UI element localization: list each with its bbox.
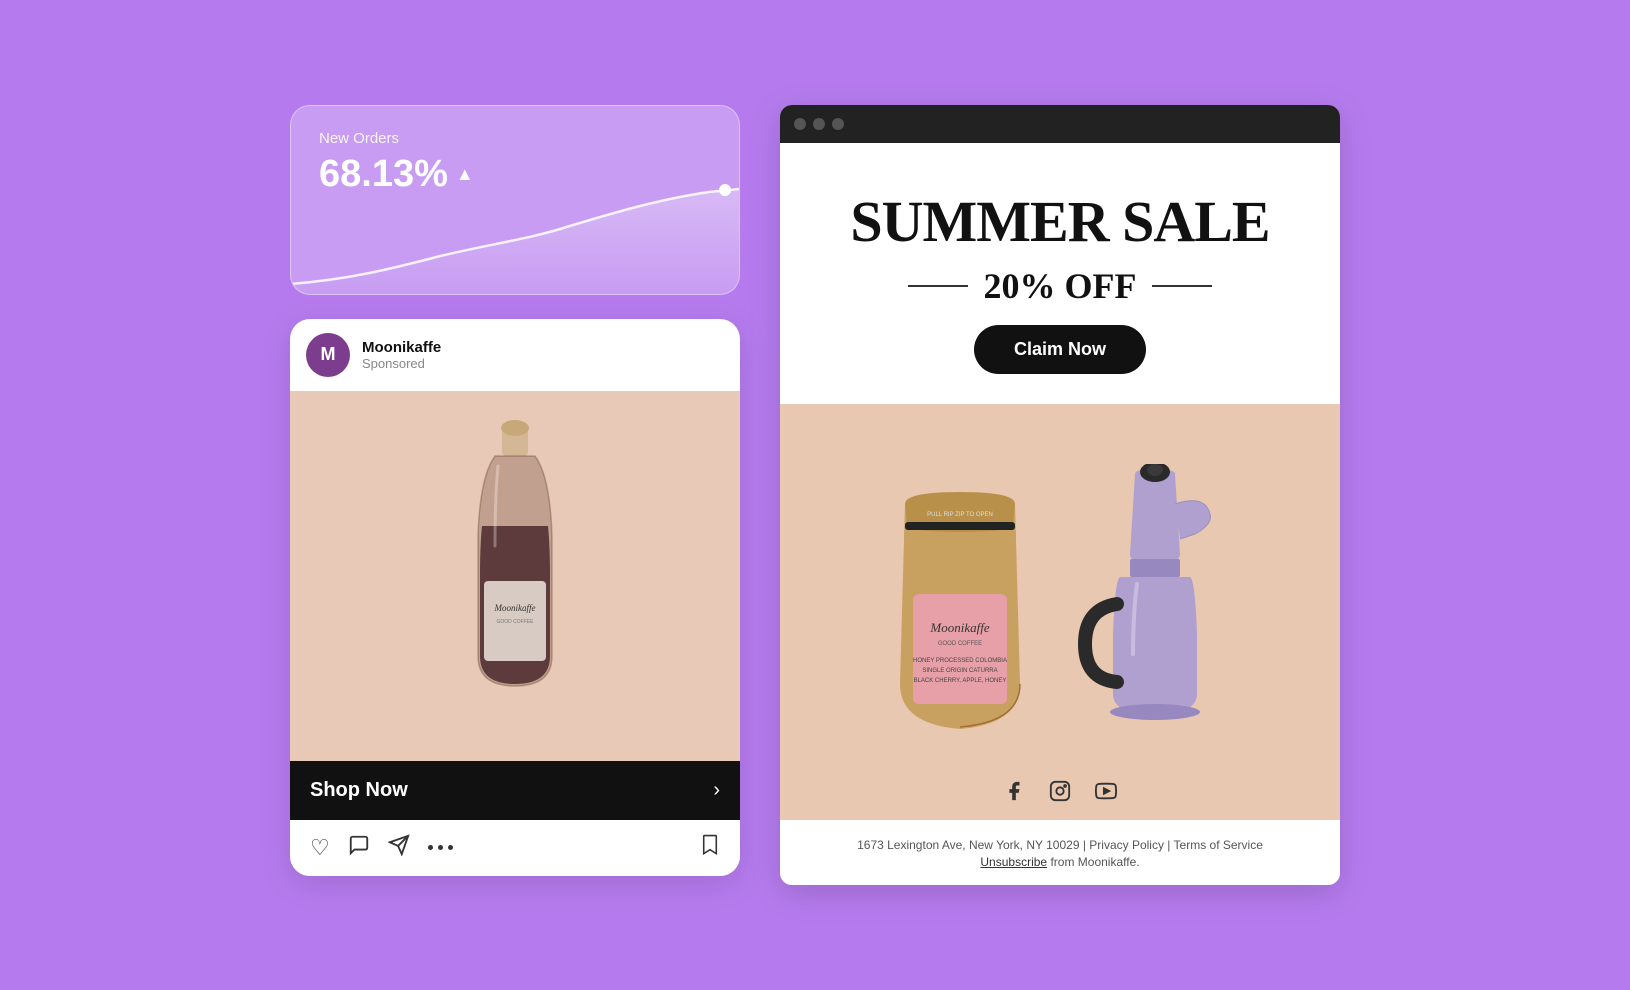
svg-text:BLACK CHERRY, APPLE, HONEY: BLACK CHERRY, APPLE, HONEY <box>914 678 1007 684</box>
share-icon[interactable] <box>388 834 410 862</box>
stats-trend-arrow: ▲ <box>456 164 474 185</box>
email-card: SUMMER SALE 20% OFF Claim Now PULL RIP Z… <box>780 105 1340 885</box>
stats-card: New Orders 68.13% ▲ <box>290 105 740 295</box>
svg-text:GOOD COFFEE: GOOD COFFEE <box>938 641 982 647</box>
avatar: M <box>306 333 350 377</box>
youtube-icon[interactable] <box>1095 780 1117 808</box>
shop-now-label: Shop Now <box>310 779 408 802</box>
discount-line-left <box>908 285 968 287</box>
svg-text:SINGLE ORIGIN CATURRA: SINGLE ORIGIN CATURRA <box>922 668 997 674</box>
product-bottle-svg: Moonikaffe GOOD COFFEE <box>440 416 590 736</box>
social-post-info: Moonikaffe Sponsored <box>362 339 441 371</box>
social-product-image: Moonikaffe GOOD COFFEE <box>290 391 740 761</box>
email-headline: SUMMER SALE <box>820 193 1300 251</box>
email-titlebar <box>780 105 1340 143</box>
email-hero: SUMMER SALE 20% OFF Claim Now <box>780 143 1340 404</box>
svg-text:HONEY PROCESSED COLOMBIA: HONEY PROCESSED COLOMBIA <box>913 658 1007 664</box>
facebook-icon[interactable] <box>1003 780 1025 808</box>
stats-chart <box>291 184 739 294</box>
social-post-header: M Moonikaffe Sponsored <box>290 319 740 391</box>
claim-now-button[interactable]: Claim Now <box>974 325 1146 374</box>
svg-text:PULL RIP ZIP TO OPEN: PULL RIP ZIP TO OPEN <box>927 512 993 518</box>
footer-address: 1673 Lexington Ave, New York, NY 10029 |… <box>800 836 1320 855</box>
titlebar-dot-3 <box>832 118 844 130</box>
more-options-dots[interactable] <box>428 845 453 850</box>
email-footer: 1673 Lexington Ave, New York, NY 10029 |… <box>780 820 1340 885</box>
brand-name: Moonikaffe <box>362 339 441 356</box>
coffee-bag-svg: PULL RIP ZIP TO OPEN Moonikaffe GOOD COF… <box>875 484 1045 744</box>
svg-text:Moonikaffe: Moonikaffe <box>929 620 989 635</box>
discount-row: 20% OFF <box>820 265 1300 307</box>
footer-unsubscribe: Unsubscribe from Moonikaffe. <box>800 855 1320 869</box>
footer-unsub-suffix: from Moonikaffe. <box>1050 855 1139 869</box>
discount-text: 20% OFF <box>984 265 1137 307</box>
bookmark-icon[interactable] <box>700 834 720 862</box>
shop-now-arrow-icon: › <box>713 779 720 802</box>
titlebar-dot-2 <box>813 118 825 130</box>
social-post-actions: ♡ <box>290 820 740 876</box>
email-social-icons <box>780 764 1340 820</box>
social-left-actions: ♡ <box>310 834 453 862</box>
stats-label: New Orders <box>319 130 711 147</box>
moka-pot-svg <box>1065 464 1245 744</box>
social-post-card: M Moonikaffe Sponsored <box>290 319 740 876</box>
like-icon[interactable]: ♡ <box>310 835 330 861</box>
shop-now-bar[interactable]: Shop Now › <box>290 761 740 820</box>
sponsored-label: Sponsored <box>362 356 441 371</box>
instagram-icon[interactable] <box>1049 780 1071 808</box>
email-products-area: PULL RIP ZIP TO OPEN Moonikaffe GOOD COF… <box>780 404 1340 764</box>
left-column: New Orders 68.13% ▲ <box>290 105 740 876</box>
comment-icon[interactable] <box>348 834 370 862</box>
svg-text:GOOD COFFEE: GOOD COFFEE <box>497 619 535 625</box>
titlebar-dot-1 <box>794 118 806 130</box>
discount-line-right <box>1152 285 1212 287</box>
svg-text:Moonikaffe: Moonikaffe <box>494 603 536 613</box>
unsubscribe-link[interactable]: Unsubscribe <box>980 855 1047 869</box>
